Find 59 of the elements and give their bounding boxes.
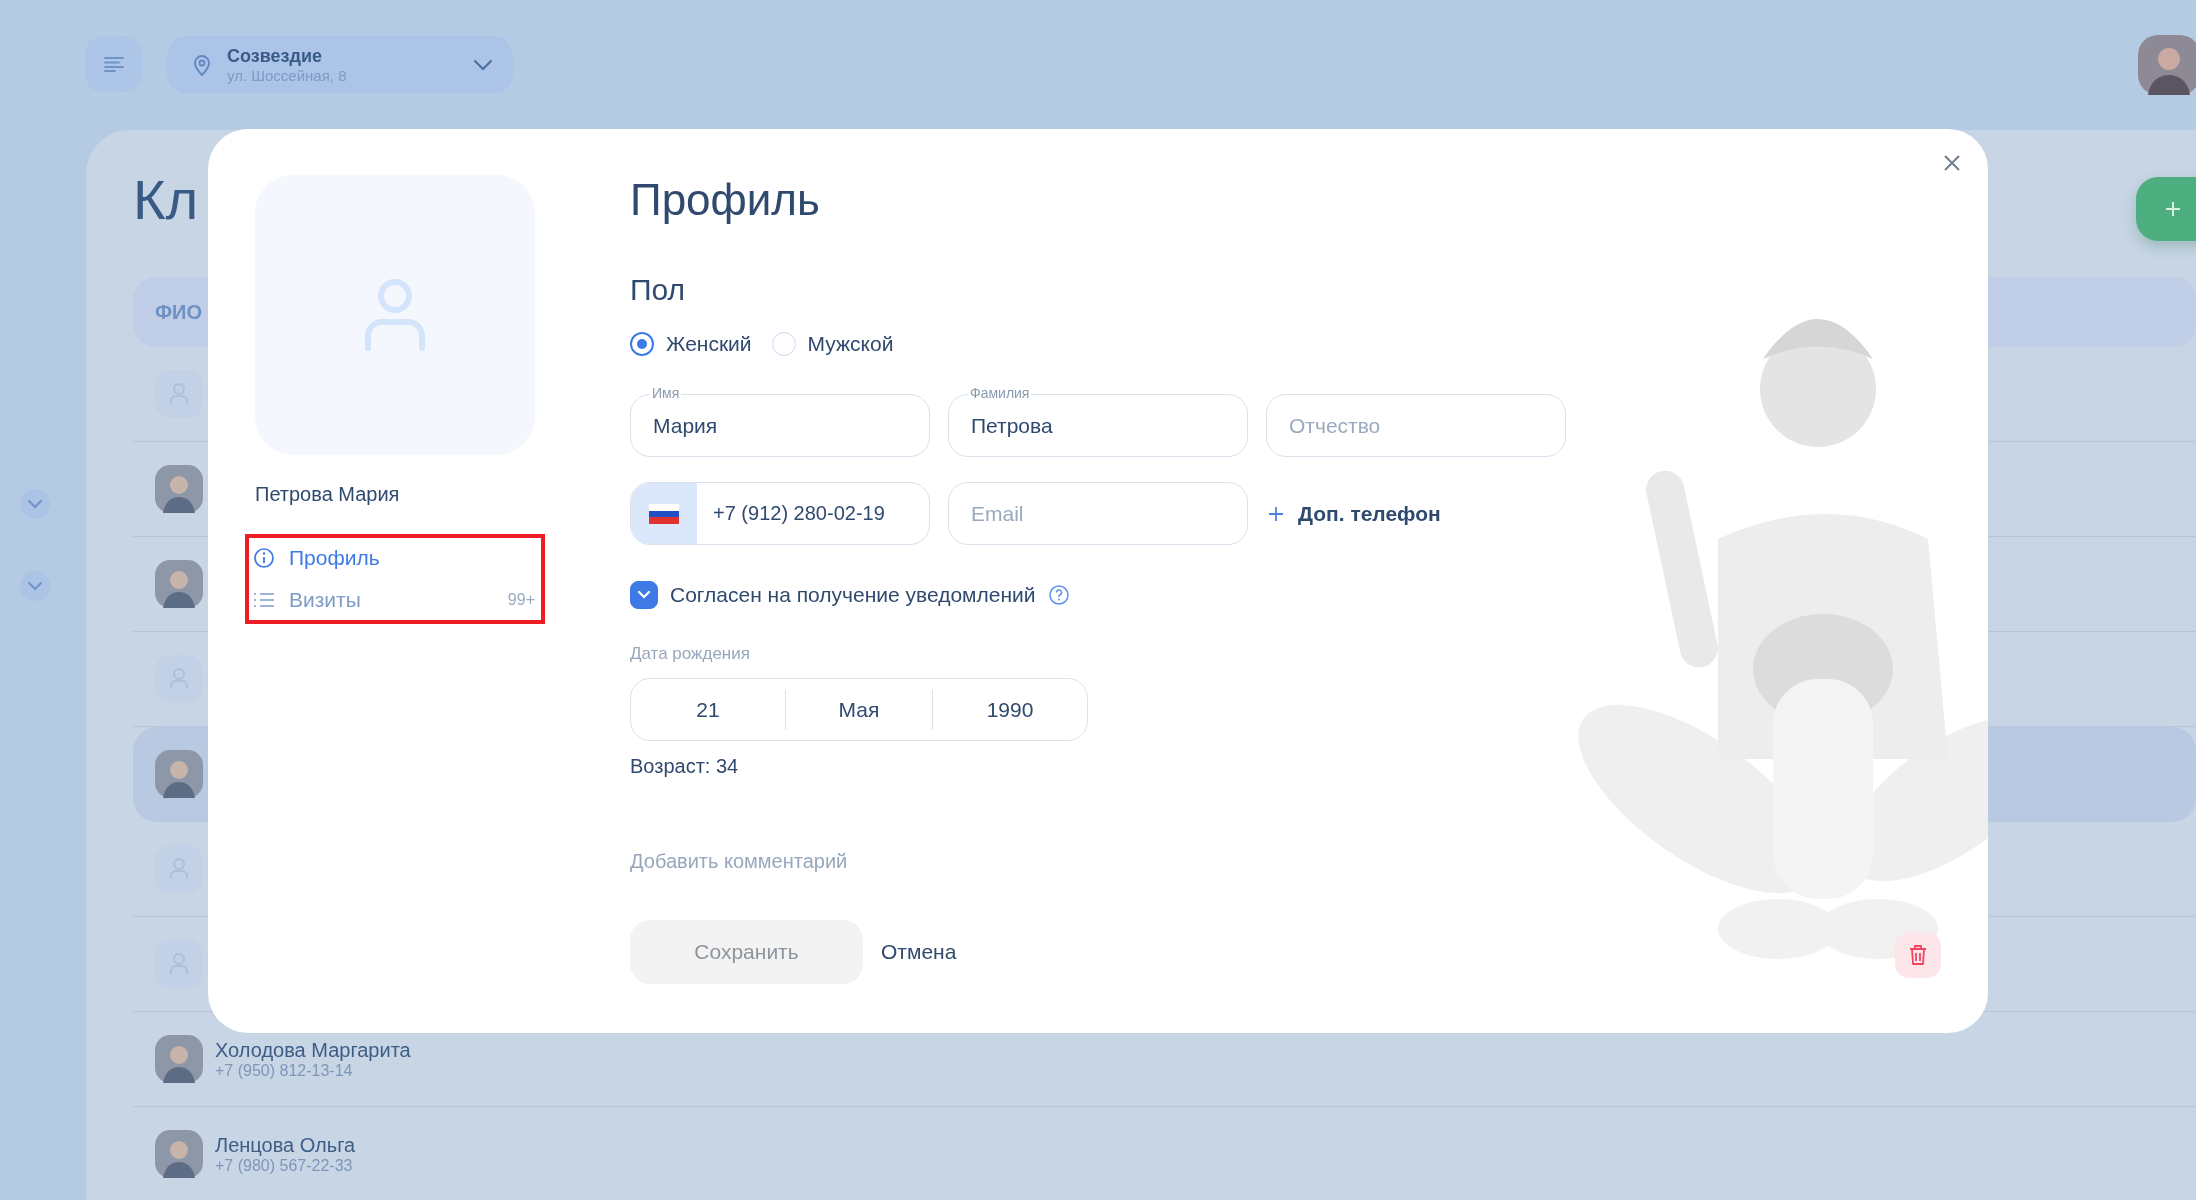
radio-option[interactable]: Мужской bbox=[771, 332, 894, 356]
list-icon bbox=[253, 591, 275, 609]
visit-count: 99+ bbox=[507, 591, 535, 609]
chevron-down-icon bbox=[27, 581, 43, 591]
field-label: Фамилия bbox=[968, 385, 1032, 401]
dialog-title: Профиль bbox=[630, 174, 820, 226]
user-avatar[interactable] bbox=[2138, 35, 2196, 95]
plus-icon bbox=[2164, 200, 2182, 218]
plus-icon bbox=[1268, 505, 1284, 522]
text-field[interactable]: Отчество bbox=[1266, 394, 1566, 457]
client-name: Петрова Мария bbox=[255, 482, 401, 506]
info-icon bbox=[253, 547, 275, 569]
radio-label: Женский bbox=[666, 332, 752, 356]
client-avatar bbox=[155, 465, 203, 513]
year-value[interactable]: 1990 bbox=[933, 689, 1087, 730]
client-avatar bbox=[155, 1035, 203, 1083]
delete-button[interactable] bbox=[1895, 932, 1941, 978]
location-pin-icon bbox=[191, 52, 213, 77]
day-value[interactable]: 21 bbox=[631, 689, 785, 730]
radio-button[interactable] bbox=[630, 332, 654, 356]
phone-input[interactable]: +7 (912) 280-02-19 bbox=[697, 502, 929, 525]
expand-button[interactable] bbox=[20, 489, 50, 519]
client-avatar bbox=[155, 750, 203, 798]
chevron-down-icon bbox=[27, 499, 43, 509]
client-avatar bbox=[155, 560, 203, 608]
add-phone-button[interactable]: Доп. телефон bbox=[1268, 501, 1441, 526]
page-title: Кл bbox=[133, 168, 199, 231]
client-avatar bbox=[155, 1130, 203, 1178]
radio-option[interactable]: Женский bbox=[630, 332, 752, 356]
phone-field[interactable]: +7 (912) 280-02-19 bbox=[630, 482, 930, 545]
client-name: Ленцова Ольга bbox=[215, 1133, 356, 1157]
nav-item[interactable]: Профиль bbox=[253, 540, 541, 576]
menu-icon bbox=[103, 55, 125, 73]
location-name: Созвездие bbox=[227, 45, 322, 67]
client-row[interactable]: Ленцова Ольга +7 (980) 567-22-33 bbox=[133, 1107, 2196, 1200]
cancel-button[interactable]: Отмена bbox=[881, 932, 957, 972]
date-field[interactable]: 21 Мая 1990 bbox=[630, 678, 1088, 741]
checkbox-label: Согласен на получение уведомлений bbox=[670, 583, 1036, 607]
menu-button[interactable] bbox=[85, 36, 143, 92]
client-phone: +7 (980) 567-22-33 bbox=[215, 1156, 354, 1175]
month-value[interactable]: Мая bbox=[784, 689, 934, 730]
field-label: Имя bbox=[650, 385, 682, 401]
flag-icon bbox=[649, 503, 679, 524]
chevron-down-icon bbox=[473, 58, 493, 71]
client-name: Холодова Маргарита bbox=[215, 1038, 411, 1062]
age-text: Возраст: 34 bbox=[630, 754, 739, 778]
close-button[interactable] bbox=[1943, 154, 1961, 172]
help-icon[interactable] bbox=[1047, 584, 1070, 606]
radio-label: Мужской bbox=[807, 332, 894, 356]
email-field[interactable]: Email bbox=[948, 482, 1248, 545]
user-placeholder-icon bbox=[362, 278, 428, 352]
section-title: Пол bbox=[630, 272, 686, 308]
checkbox[interactable] bbox=[630, 581, 658, 609]
column-header: ФИО bbox=[155, 300, 202, 324]
client-phone: +7 (950) 812-13-14 bbox=[215, 1061, 354, 1080]
field-label: Дата рождения bbox=[630, 644, 750, 664]
check-icon bbox=[637, 590, 651, 600]
expand-button[interactable] bbox=[20, 571, 50, 601]
trash-icon bbox=[1909, 944, 1927, 966]
